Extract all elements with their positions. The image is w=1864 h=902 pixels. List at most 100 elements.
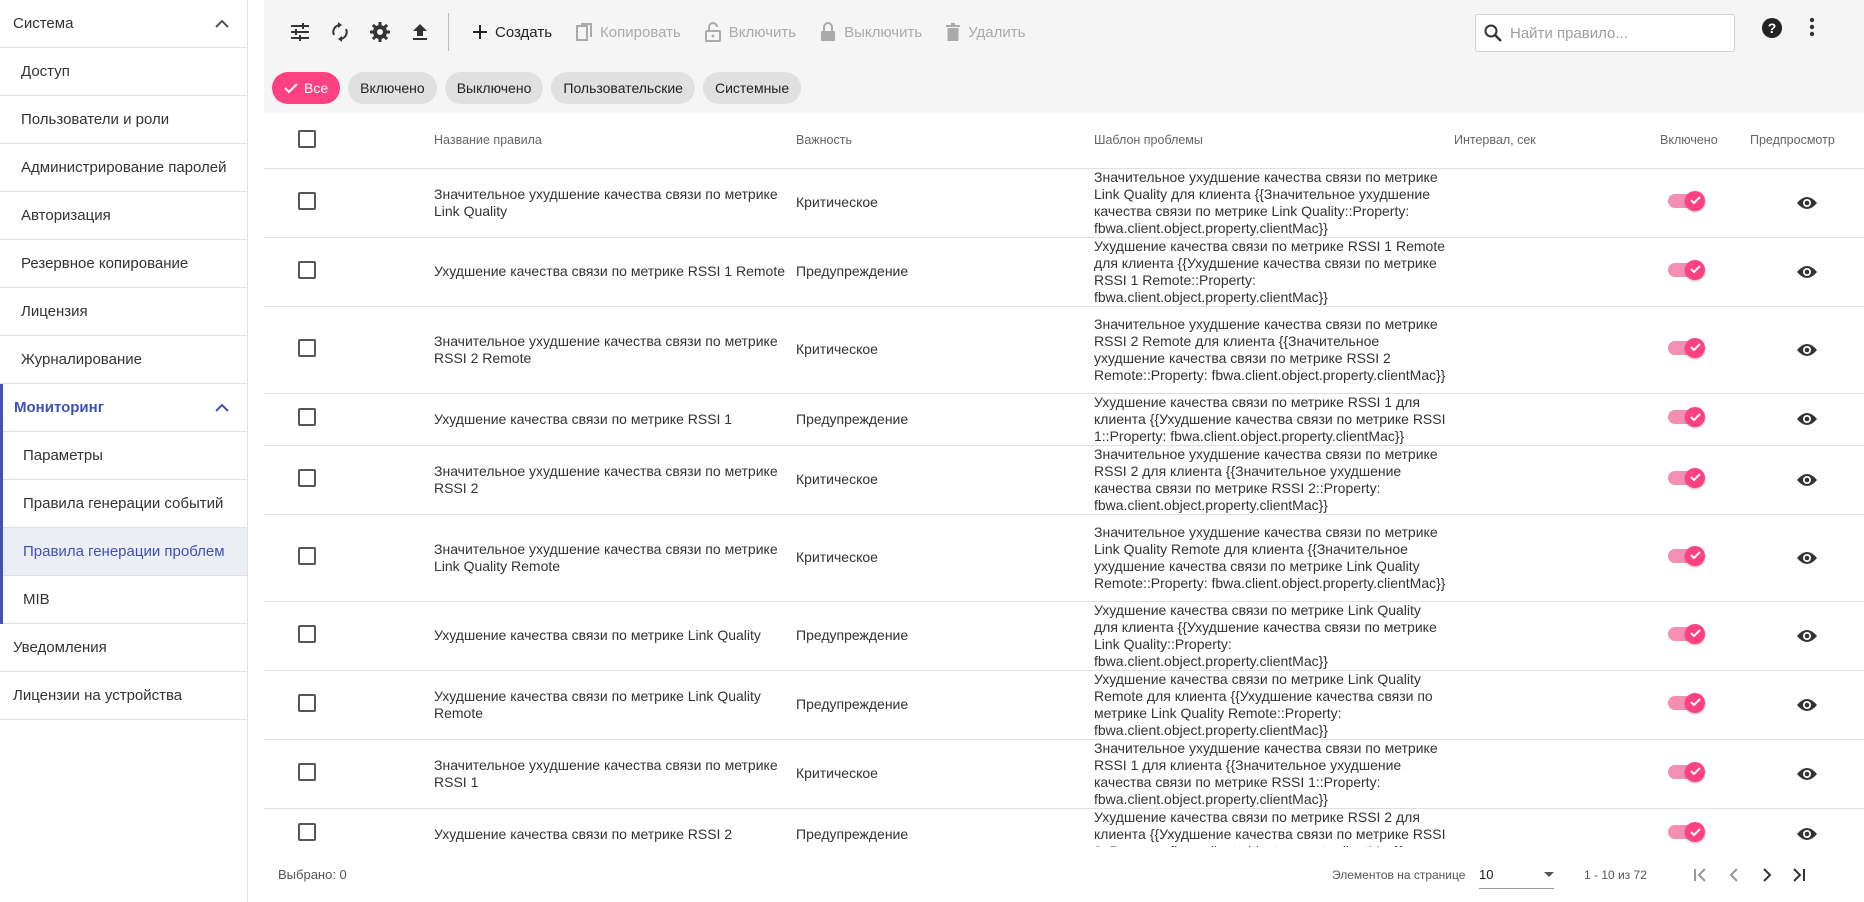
header-severity[interactable]: Важность [796, 113, 1094, 169]
sidebar-item-password-admin[interactable]: Администрирование паролей [0, 144, 247, 192]
select-all-checkbox[interactable] [298, 129, 316, 148]
rule-template: Ухудшение качества связи по метрике Link… [1094, 670, 1454, 740]
sidebar-section-notifications[interactable]: Уведомления [0, 624, 247, 672]
tune-icon[interactable] [280, 12, 320, 52]
last-page-icon[interactable] [1787, 863, 1811, 887]
sidebar-item-license[interactable]: Лицензия [0, 288, 247, 336]
enabled-toggle[interactable] [1668, 190, 1708, 211]
eye-icon[interactable] [1750, 629, 1864, 643]
eye-icon[interactable] [1750, 698, 1864, 712]
sidebar-item-parameters[interactable]: Параметры [3, 432, 247, 480]
delete-button[interactable]: Удалить [934, 12, 1037, 52]
enabled-toggle[interactable] [1668, 822, 1708, 842]
sidebar-item-access[interactable]: Доступ [0, 48, 247, 96]
sidebar-item-users-roles[interactable]: Пользователи и роли [0, 96, 247, 144]
table-row[interactable]: Значительное ухудшение качества связи по… [264, 168, 1864, 238]
row-checkbox[interactable] [298, 260, 316, 279]
search-input[interactable] [1510, 24, 1710, 42]
filter-chip-custom[interactable]: Пользовательские [551, 72, 695, 104]
rules-table: Название правила Важность Шаблон проблем… [264, 113, 1864, 847]
row-checkbox[interactable] [298, 624, 316, 643]
row-checkbox[interactable] [298, 762, 316, 781]
rule-name: Ухудшение качества связи по метрике RSSI… [434, 808, 796, 847]
eye-icon[interactable] [1750, 343, 1864, 357]
enabled-toggle[interactable] [1668, 545, 1708, 566]
header-name[interactable]: Название правила [434, 113, 796, 169]
filter-chip-enabled[interactable]: Включено [348, 72, 437, 104]
rule-enabled-cell [1660, 739, 1750, 809]
rule-preview-cell [1750, 808, 1864, 847]
row-checkbox[interactable] [298, 338, 316, 357]
enabled-toggle[interactable] [1668, 337, 1708, 358]
next-page-icon[interactable] [1755, 863, 1779, 887]
row-select-cell [264, 237, 434, 307]
sidebar-item-backup[interactable]: Резервное копирование [0, 240, 247, 288]
row-checkbox[interactable] [298, 191, 316, 210]
eye-icon[interactable] [1750, 265, 1864, 279]
table-row[interactable]: Ухудшение качества связи по метрике Link… [264, 601, 1864, 671]
sidebar-item-event-rules[interactable]: Правила генерации событий [3, 480, 247, 528]
eye-icon[interactable] [1750, 767, 1864, 781]
sidebar-section-label: Система [13, 15, 74, 32]
more-vert-icon[interactable] [1809, 17, 1815, 42]
enabled-toggle[interactable] [1668, 761, 1708, 782]
rule-severity: Предупреждение [796, 808, 1094, 847]
row-checkbox[interactable] [298, 408, 316, 426]
sidebar-section-device-licenses[interactable]: Лицензии на устройства [0, 672, 247, 720]
check-icon [1689, 767, 1701, 776]
filter-chip-system[interactable]: Системные [702, 72, 802, 104]
table-row[interactable]: Ухудшение качества связи по метрике RSSI… [264, 393, 1864, 446]
sidebar-item-logging[interactable]: Журналирование [0, 336, 247, 384]
row-checkbox[interactable] [298, 546, 316, 565]
filter-chip-all[interactable]: Все [272, 72, 341, 104]
enable-button[interactable]: Включить [693, 12, 808, 52]
header-interval[interactable]: Интервал, сек [1454, 113, 1660, 169]
table-row[interactable]: Значительное ухудшение качества связи по… [264, 445, 1864, 515]
table-row[interactable]: Ухудшение качества связи по метрике RSSI… [264, 237, 1864, 307]
prev-page-icon[interactable] [1722, 863, 1746, 887]
sidebar-item-problem-rules[interactable]: Правила генерации проблем [3, 528, 247, 576]
per-page-select[interactable]: 10 [1479, 861, 1554, 889]
eye-icon[interactable] [1750, 196, 1864, 210]
table-header-row: Название правила Важность Шаблон проблем… [264, 113, 1864, 169]
copy-button[interactable]: Копировать [564, 12, 693, 52]
table-row[interactable]: Ухудшение качества связи по метрике Link… [264, 670, 1864, 740]
table-row[interactable]: Ухудшение качества связи по метрике RSSI… [264, 808, 1864, 847]
create-button[interactable]: Создать [461, 12, 564, 52]
enabled-toggle[interactable] [1668, 407, 1708, 427]
eye-icon[interactable] [1750, 412, 1864, 426]
rule-enabled-cell [1660, 306, 1750, 394]
enabled-toggle[interactable] [1668, 259, 1708, 280]
check-icon [1689, 265, 1701, 274]
sidebar-item-mib[interactable]: MIB [3, 576, 247, 624]
row-checkbox[interactable] [298, 693, 316, 712]
sidebar-section-monitoring[interactable]: Мониторинг [3, 384, 247, 432]
header-template[interactable]: Шаблон проблемы [1094, 113, 1454, 169]
disable-button[interactable]: Выключить [808, 12, 934, 52]
refresh-icon[interactable] [320, 12, 360, 52]
enabled-toggle[interactable] [1668, 623, 1708, 644]
enabled-toggle[interactable] [1668, 467, 1708, 488]
table-row[interactable]: Значительное ухудшение качества связи по… [264, 739, 1864, 809]
rule-interval [1454, 670, 1660, 740]
row-checkbox[interactable] [298, 823, 316, 841]
lock-icon [821, 22, 836, 41]
row-select-cell [264, 306, 434, 394]
row-checkbox[interactable] [298, 468, 316, 487]
table-row[interactable]: Значительное ухудшение качества связи по… [264, 514, 1864, 602]
sidebar-item-authorization[interactable]: Авторизация [0, 192, 247, 240]
table-row[interactable]: Значительное ухудшение качества связи по… [264, 306, 1864, 394]
eye-icon[interactable] [1750, 827, 1864, 841]
eye-icon[interactable] [1750, 473, 1864, 487]
header-enabled[interactable]: Включено [1660, 113, 1750, 169]
enabled-toggle[interactable] [1668, 692, 1708, 713]
main-content: Создать Копировать Включить Выключить Уд… [264, 0, 1864, 902]
upload-icon[interactable] [400, 12, 440, 52]
filter-chip-disabled[interactable]: Выключено [444, 72, 544, 104]
help-icon[interactable]: ? [1761, 17, 1783, 44]
gear-icon[interactable] [360, 12, 400, 52]
check-icon [1689, 412, 1701, 421]
eye-icon[interactable] [1750, 551, 1864, 565]
first-page-icon[interactable] [1688, 863, 1712, 887]
sidebar-section-system[interactable]: Система [0, 0, 247, 48]
